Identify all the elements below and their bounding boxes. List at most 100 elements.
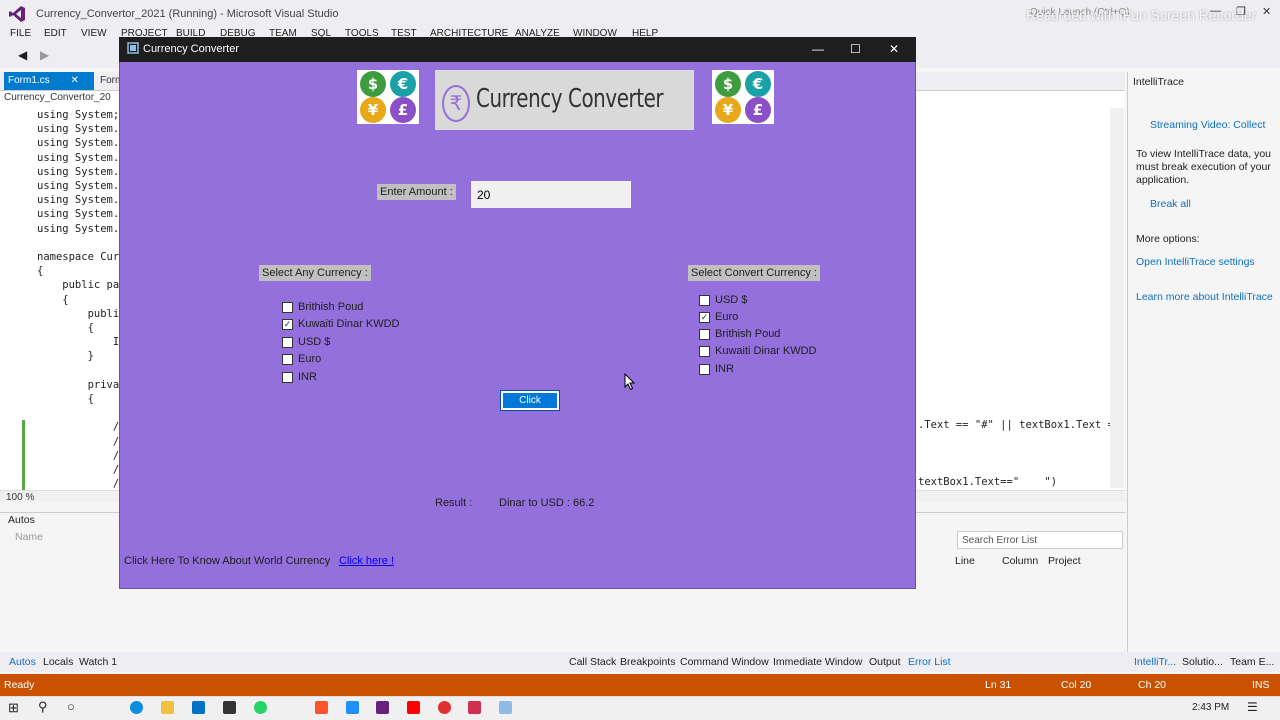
error-column-line[interactable]: Line [955,555,975,567]
mail-icon[interactable] [192,701,205,714]
close-icon[interactable]: ✕ [70,75,78,86]
to-option-kuwaiti-dinar[interactable]: Kuwaiti Dinar KWDD [699,345,816,357]
editor-vertical-scrollbar[interactable] [1110,108,1124,488]
select-any-currency-label: Select Any Currency : [259,265,371,281]
from-option-kuwaiti-dinar[interactable]: ✓ Kuwaiti Dinar KWDD [282,318,399,330]
brave-icon[interactable] [315,701,328,714]
checkbox[interactable] [282,301,293,313]
editor-nav-dropdown[interactable]: Currency_Convertor_20 [4,92,111,103]
notification-icon[interactable]: ☰ [1247,700,1258,714]
result-value: Dinar to USD : 66.2 [499,497,595,509]
from-option-label: USD $ [298,336,331,348]
file-explorer-icon[interactable] [161,701,174,714]
cortana-icon[interactable]: ○ [67,699,75,714]
recorder-icon[interactable] [438,701,451,714]
checkbox[interactable] [282,336,293,348]
checkbox-checked[interactable]: ✓ [282,318,293,330]
menu-edit[interactable]: EDIT [44,28,67,39]
currency-coins-icon-right: $ € ¥ £ [712,70,774,124]
intellitrace-settings-link[interactable]: Open IntelliTrace settings [1136,256,1255,268]
windows-start-icon[interactable]: ⊞ [8,700,19,716]
learn-more-link[interactable]: Learn more about IntelliTrace [1136,291,1273,303]
checkbox-checked[interactable]: ✓ [699,311,710,323]
to-option-label: USD $ [715,294,748,306]
status-column: Col 20 [1061,679,1092,691]
autos-name-column[interactable]: Name [15,531,43,543]
mouse-cursor-icon [624,373,636,391]
tab-immediate-window[interactable]: Immediate Window [773,656,862,668]
form-icon [127,42,139,54]
whatsapp-icon[interactable] [254,701,267,714]
back-arrow-icon[interactable]: ◀ [18,48,27,62]
edge-icon[interactable] [130,701,143,714]
tab-breakpoints[interactable]: Breakpoints [620,656,675,668]
vs-restore-button[interactable]: ❐ [1236,5,1246,18]
tab-form1-cs[interactable]: Form1.cs ✕ [4,72,94,90]
break-all-link[interactable]: Break all [1150,198,1191,210]
convert-click-button[interactable]: Click [500,390,560,411]
tab-solution[interactable]: Solutio... [1182,656,1223,668]
from-option-british-pound[interactable]: Brithish Poud [282,301,363,313]
to-option-euro[interactable]: ✓ Euro [699,311,738,323]
tab-team[interactable]: Team E... [1230,656,1274,668]
cc-maximize-button[interactable]: ☐ [850,42,861,56]
app-icon[interactable] [346,701,359,714]
cc-window-title: Currency Converter [143,43,239,55]
status-ins: INS [1252,679,1270,691]
tab-watch1[interactable]: Watch 1 [79,656,117,668]
tab-locals[interactable]: Locals [43,656,73,668]
checkbox[interactable] [699,345,710,357]
visual-studio-taskbar-icon[interactable] [376,701,389,714]
to-option-usd[interactable]: USD $ [699,294,747,306]
tab-command-window[interactable]: Command Window [680,656,769,668]
menu-view[interactable]: VIEW [81,28,107,39]
to-option-label: Euro [715,311,739,323]
checkbox[interactable] [282,353,293,365]
tab-form1-cs-label: Form1.cs [8,75,50,86]
menu-file[interactable]: FILE [10,28,31,39]
status-char: Ch 20 [1138,679,1167,691]
zoom-level[interactable]: 100 % [6,492,34,503]
tab-intellitrace[interactable]: IntelliTr... [1134,656,1176,668]
checkbox[interactable] [282,371,293,383]
more-options-label: More options: [1136,233,1200,245]
cc-minimize-button[interactable]: — [812,42,824,56]
clock[interactable]: 2:43 PM [1192,702,1229,713]
cc-close-button[interactable]: ✕ [889,42,899,56]
world-currency-text: Click Here To Know About World Currency [124,555,331,567]
youtube-icon[interactable] [407,701,420,714]
from-option-label: Euro [298,353,322,365]
recorder-watermark: Recorded with iFun Screen Recorder [1026,7,1257,23]
status-ready: Ready [4,679,35,691]
amount-input[interactable] [471,181,631,208]
code-fragment-2: textBox1.Text==" ") [918,476,1058,488]
tab-call-stack[interactable]: Call Stack [569,656,616,668]
to-option-inr[interactable]: INR [699,363,734,375]
tab-autos[interactable]: Autos [9,656,36,668]
search-error-list-input[interactable]: Search Error List [957,531,1123,549]
screen-recorder-icon[interactable] [468,701,481,714]
store-icon[interactable] [223,701,236,714]
currency-coins-icon-left: $ € ¥ £ [357,70,419,124]
from-option-inr[interactable]: INR [282,371,317,383]
select-convert-currency-label: Select Convert Currency : [688,265,820,281]
from-option-usd[interactable]: USD $ [282,336,330,348]
checkbox[interactable] [699,294,710,306]
checkbox[interactable] [699,328,710,340]
from-option-euro[interactable]: Euro [282,353,321,365]
world-currency-link[interactable]: Click here ! [339,555,394,567]
forward-arrow-icon[interactable]: ▶ [40,48,49,62]
checkbox[interactable] [699,363,710,375]
vs-close-button[interactable]: ✕ [1262,5,1271,18]
enter-amount-label: Enter Amount : [377,184,456,200]
search-icon[interactable]: ⚲ [38,699,48,715]
streaming-video-dropdown[interactable]: Streaming Video: Collect [1150,119,1265,131]
error-column-column[interactable]: Column [1002,555,1038,567]
tab-error-list[interactable]: Error List [908,656,951,668]
to-option-british-pound[interactable]: Brithish Poud [699,328,780,340]
vs-minimize-button[interactable]: — [1210,5,1221,17]
currency-app-taskbar-icon[interactable] [499,701,512,714]
error-column-project[interactable]: Project [1048,555,1081,567]
tab-output[interactable]: Output [869,656,901,668]
vs-window-title: Currency_Convertor_2021 (Running) - Micr… [36,8,339,20]
